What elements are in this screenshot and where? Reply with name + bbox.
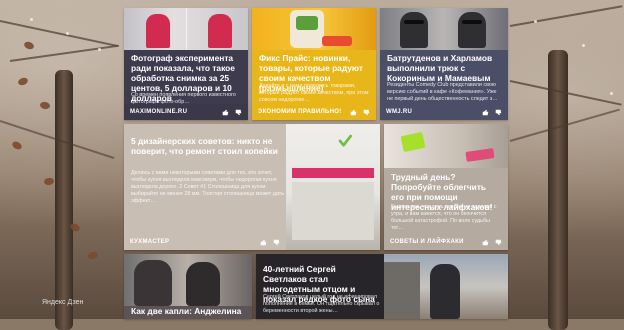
- card-footer: КУХМАСТЕР: [124, 234, 286, 250]
- product-accent: [322, 36, 352, 46]
- product-label: [296, 16, 318, 30]
- card-description: Делюсь с вами некоторыми советами для те…: [131, 170, 285, 204]
- card-image: [380, 8, 508, 50]
- card-footer: ЭКОНОМИМ ПРАВИЛЬНО!: [252, 104, 376, 120]
- like-icon[interactable]: [260, 239, 267, 246]
- card-source: ЭКОНОМИМ ПРАВИЛЬНО!: [258, 109, 342, 115]
- dislike-icon[interactable]: [495, 239, 502, 246]
- like-icon[interactable]: [482, 109, 489, 116]
- card-footer: WMJ.RU: [380, 104, 508, 120]
- card-title: Как две капли: Анджелина: [131, 306, 242, 316]
- card-maxim[interactable]: Фотограф экспериментa ради показала, что…: [124, 8, 248, 120]
- frost-dot: [582, 44, 585, 47]
- card-actions: [482, 239, 502, 246]
- street-photo: [384, 254, 508, 319]
- card-title: 5 дизайнерских советов: никто не поверит…: [131, 136, 278, 156]
- like-icon[interactable]: [482, 239, 489, 246]
- frost-dot: [66, 32, 69, 35]
- card-footer: СОВЕТЫ И ЛАЙФХАКИ: [384, 234, 508, 250]
- card-svetlakov[interactable]: 40-летний Сергей Светлаков стал многодет…: [256, 254, 508, 319]
- card-image: [252, 8, 376, 50]
- card-image: [124, 8, 248, 50]
- brand-label: Яндекс Дзен: [42, 299, 84, 306]
- card-fixprice[interactable]: Фикс Прайс: новинки, товары, которые рад…: [252, 8, 376, 120]
- dislike-icon[interactable]: [495, 109, 502, 116]
- frost-dot: [98, 48, 101, 51]
- kitchen-photo: [286, 124, 380, 250]
- object-green: [400, 131, 426, 153]
- kitchen-cabinet: [292, 182, 374, 240]
- person-photo: [186, 262, 220, 306]
- card-source: СОВЕТЫ И ЛАЙФХАКИ: [390, 239, 464, 245]
- card-description: Бывает так, что день совсем не задался с…: [391, 204, 497, 231]
- frost-dot: [30, 18, 33, 21]
- card-actions: [482, 109, 502, 116]
- dislike-icon[interactable]: [363, 109, 370, 116]
- sunglasses: [404, 20, 424, 24]
- kitchen-accent: [292, 168, 374, 178]
- card-title: Батрутденов и Харламов выполнили трюк с …: [387, 53, 493, 83]
- building: [384, 262, 420, 319]
- card-actions: [260, 239, 280, 246]
- person-photo: [430, 264, 460, 319]
- like-icon[interactable]: [222, 109, 229, 116]
- card-description: Давайте я с вами поделюсь товарами, кото…: [259, 83, 369, 103]
- card-source: WMJ.RU: [386, 109, 413, 115]
- card-kak[interactable]: Как две капли: Анджелина: [124, 254, 252, 319]
- object-pink: [465, 148, 495, 162]
- divider: [186, 8, 187, 50]
- card-kukhster[interactable]: 5 дизайнерских советов: никто не поверит…: [124, 124, 380, 250]
- person-photo: [146, 14, 170, 48]
- tree-trunk-left: [55, 70, 73, 330]
- card-image: [384, 124, 508, 168]
- card-lifehacks[interactable]: Трудный день? Попробуйте облегчить его п…: [384, 124, 508, 250]
- sunglasses: [462, 20, 482, 24]
- person-photo: [208, 14, 232, 48]
- frost-dot: [534, 20, 537, 23]
- card-footer: MAXIMONLINE.RU: [124, 104, 248, 120]
- person-photo: [134, 260, 172, 306]
- card-description: Резиденты Comedy Club представили свою в…: [387, 82, 498, 102]
- card-actions: [350, 109, 370, 116]
- person-photo: [400, 12, 428, 48]
- dislike-icon[interactable]: [235, 109, 242, 116]
- frost-dot: [610, 92, 613, 95]
- card-source: MAXIMONLINE.RU: [130, 109, 188, 115]
- card-wmj[interactable]: Батрутденов и Харламов выполнили трюк с …: [380, 8, 508, 120]
- card-description: Сергей Светлаков целый год не афишировал…: [263, 294, 380, 314]
- dislike-icon[interactable]: [273, 239, 280, 246]
- checkmark-icon: [338, 134, 352, 148]
- card-image: [124, 254, 252, 306]
- card-actions: [222, 109, 242, 116]
- like-icon[interactable]: [350, 109, 357, 116]
- card-source: КУХМАСТЕР: [130, 239, 170, 245]
- person-photo: [458, 12, 486, 48]
